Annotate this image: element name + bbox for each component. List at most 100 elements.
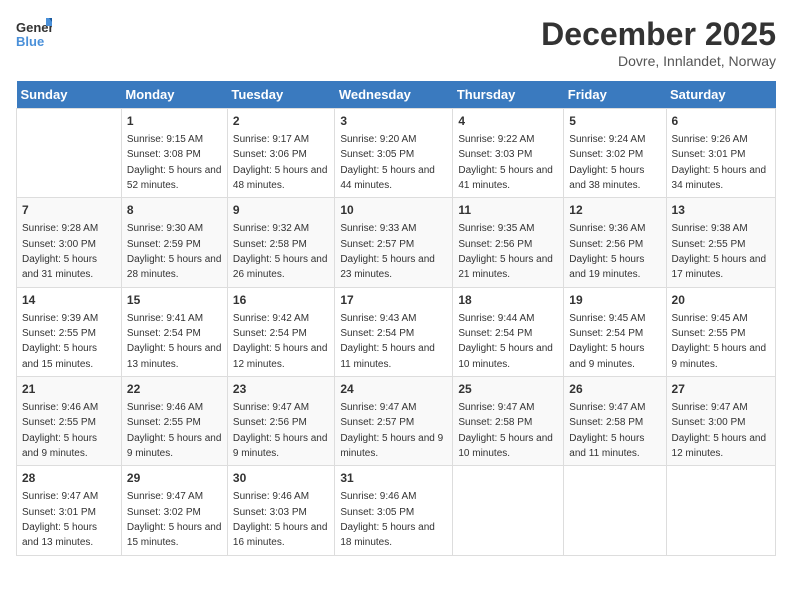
day-daylight: Daylight: 5 hours and 12 minutes. bbox=[233, 343, 328, 369]
day-sunset: Sunset: 2:57 PM bbox=[340, 417, 414, 428]
day-number: 19 bbox=[569, 292, 660, 309]
day-sunrise: Sunrise: 9:32 AM bbox=[233, 223, 309, 234]
day-sunrise: Sunrise: 9:46 AM bbox=[340, 491, 416, 502]
day-number: 14 bbox=[22, 292, 116, 309]
calendar-cell: 5 Sunrise: 9:24 AM Sunset: 3:02 PM Dayli… bbox=[564, 109, 666, 198]
day-daylight: Daylight: 5 hours and 31 minutes. bbox=[22, 254, 97, 280]
day-sunrise: Sunrise: 9:17 AM bbox=[233, 134, 309, 145]
day-sunrise: Sunrise: 9:26 AM bbox=[672, 134, 748, 145]
calendar-cell: 19 Sunrise: 9:45 AM Sunset: 2:54 PM Dayl… bbox=[564, 287, 666, 376]
day-number: 26 bbox=[569, 381, 660, 398]
day-sunrise: Sunrise: 9:38 AM bbox=[672, 223, 748, 234]
day-sunrise: Sunrise: 9:15 AM bbox=[127, 134, 203, 145]
day-sunset: Sunset: 2:54 PM bbox=[127, 328, 201, 339]
day-daylight: Daylight: 5 hours and 9 minutes. bbox=[233, 433, 328, 459]
calendar-table: Sunday Monday Tuesday Wednesday Thursday… bbox=[16, 81, 776, 556]
day-daylight: Daylight: 5 hours and 12 minutes. bbox=[672, 433, 767, 459]
day-daylight: Daylight: 5 hours and 21 minutes. bbox=[458, 254, 553, 280]
day-sunset: Sunset: 2:58 PM bbox=[458, 417, 532, 428]
day-daylight: Daylight: 5 hours and 28 minutes. bbox=[127, 254, 222, 280]
day-number: 30 bbox=[233, 470, 329, 487]
calendar-cell: 20 Sunrise: 9:45 AM Sunset: 2:55 PM Dayl… bbox=[666, 287, 775, 376]
calendar-cell: 14 Sunrise: 9:39 AM Sunset: 2:55 PM Dayl… bbox=[17, 287, 122, 376]
calendar-cell: 9 Sunrise: 9:32 AM Sunset: 2:58 PM Dayli… bbox=[227, 198, 334, 287]
calendar-cell: 11 Sunrise: 9:35 AM Sunset: 2:56 PM Dayl… bbox=[453, 198, 564, 287]
day-daylight: Daylight: 5 hours and 11 minutes. bbox=[340, 343, 435, 369]
calendar-cell: 25 Sunrise: 9:47 AM Sunset: 2:58 PM Dayl… bbox=[453, 377, 564, 466]
day-number: 12 bbox=[569, 202, 660, 219]
day-daylight: Daylight: 5 hours and 9 minutes. bbox=[127, 433, 222, 459]
header-sunday: Sunday bbox=[17, 81, 122, 109]
day-number: 28 bbox=[22, 470, 116, 487]
day-daylight: Daylight: 5 hours and 13 minutes. bbox=[22, 522, 97, 548]
calendar-cell: 10 Sunrise: 9:33 AM Sunset: 2:57 PM Dayl… bbox=[335, 198, 453, 287]
calendar-cell: 22 Sunrise: 9:46 AM Sunset: 2:55 PM Dayl… bbox=[121, 377, 227, 466]
day-sunset: Sunset: 3:01 PM bbox=[22, 507, 96, 518]
logo: General Blue bbox=[16, 16, 52, 52]
day-number: 29 bbox=[127, 470, 222, 487]
day-sunset: Sunset: 3:08 PM bbox=[127, 149, 201, 160]
day-daylight: Daylight: 5 hours and 9 minutes. bbox=[22, 433, 97, 459]
day-number: 31 bbox=[340, 470, 447, 487]
day-sunset: Sunset: 3:00 PM bbox=[672, 417, 746, 428]
day-daylight: Daylight: 5 hours and 18 minutes. bbox=[340, 522, 435, 548]
day-sunset: Sunset: 2:54 PM bbox=[458, 328, 532, 339]
day-sunrise: Sunrise: 9:39 AM bbox=[22, 313, 98, 324]
day-daylight: Daylight: 5 hours and 17 minutes. bbox=[672, 254, 767, 280]
calendar-subtitle: Dovre, Innlandet, Norway bbox=[541, 53, 776, 69]
calendar-cell: 24 Sunrise: 9:47 AM Sunset: 2:57 PM Dayl… bbox=[335, 377, 453, 466]
day-daylight: Daylight: 5 hours and 10 minutes. bbox=[458, 433, 553, 459]
calendar-cell: 29 Sunrise: 9:47 AM Sunset: 3:02 PM Dayl… bbox=[121, 466, 227, 555]
day-sunset: Sunset: 2:56 PM bbox=[233, 417, 307, 428]
day-number: 23 bbox=[233, 381, 329, 398]
day-daylight: Daylight: 5 hours and 38 minutes. bbox=[569, 165, 644, 191]
day-daylight: Daylight: 5 hours and 10 minutes. bbox=[458, 343, 553, 369]
calendar-cell bbox=[666, 466, 775, 555]
calendar-week-row: 7 Sunrise: 9:28 AM Sunset: 3:00 PM Dayli… bbox=[17, 198, 776, 287]
calendar-cell: 4 Sunrise: 9:22 AM Sunset: 3:03 PM Dayli… bbox=[453, 109, 564, 198]
calendar-cell: 12 Sunrise: 9:36 AM Sunset: 2:56 PM Dayl… bbox=[564, 198, 666, 287]
header-tuesday: Tuesday bbox=[227, 81, 334, 109]
day-sunset: Sunset: 2:57 PM bbox=[340, 239, 414, 250]
day-sunset: Sunset: 2:55 PM bbox=[22, 417, 96, 428]
calendar-cell: 3 Sunrise: 9:20 AM Sunset: 3:05 PM Dayli… bbox=[335, 109, 453, 198]
calendar-week-row: 14 Sunrise: 9:39 AM Sunset: 2:55 PM Dayl… bbox=[17, 287, 776, 376]
day-daylight: Daylight: 5 hours and 44 minutes. bbox=[340, 165, 435, 191]
calendar-cell bbox=[453, 466, 564, 555]
day-number: 20 bbox=[672, 292, 770, 309]
day-number: 21 bbox=[22, 381, 116, 398]
day-sunset: Sunset: 2:55 PM bbox=[22, 328, 96, 339]
calendar-cell: 15 Sunrise: 9:41 AM Sunset: 2:54 PM Dayl… bbox=[121, 287, 227, 376]
day-sunrise: Sunrise: 9:30 AM bbox=[127, 223, 203, 234]
day-sunset: Sunset: 3:03 PM bbox=[233, 507, 307, 518]
calendar-cell: 26 Sunrise: 9:47 AM Sunset: 2:58 PM Dayl… bbox=[564, 377, 666, 466]
day-daylight: Daylight: 5 hours and 15 minutes. bbox=[22, 343, 97, 369]
day-sunrise: Sunrise: 9:43 AM bbox=[340, 313, 416, 324]
day-daylight: Daylight: 5 hours and 48 minutes. bbox=[233, 165, 328, 191]
day-number: 17 bbox=[340, 292, 447, 309]
day-sunrise: Sunrise: 9:42 AM bbox=[233, 313, 309, 324]
header-friday: Friday bbox=[564, 81, 666, 109]
day-number: 25 bbox=[458, 381, 558, 398]
calendar-cell bbox=[564, 466, 666, 555]
day-sunrise: Sunrise: 9:35 AM bbox=[458, 223, 534, 234]
calendar-cell: 6 Sunrise: 9:26 AM Sunset: 3:01 PM Dayli… bbox=[666, 109, 775, 198]
day-number: 13 bbox=[672, 202, 770, 219]
calendar-week-row: 1 Sunrise: 9:15 AM Sunset: 3:08 PM Dayli… bbox=[17, 109, 776, 198]
day-daylight: Daylight: 5 hours and 13 minutes. bbox=[127, 343, 222, 369]
day-sunrise: Sunrise: 9:22 AM bbox=[458, 134, 534, 145]
day-daylight: Daylight: 5 hours and 11 minutes. bbox=[569, 433, 644, 459]
day-number: 4 bbox=[458, 113, 558, 130]
header-saturday: Saturday bbox=[666, 81, 775, 109]
day-daylight: Daylight: 5 hours and 19 minutes. bbox=[569, 254, 644, 280]
title-area: December 2025 Dovre, Innlandet, Norway bbox=[541, 16, 776, 69]
calendar-cell bbox=[17, 109, 122, 198]
calendar-cell: 16 Sunrise: 9:42 AM Sunset: 2:54 PM Dayl… bbox=[227, 287, 334, 376]
day-sunrise: Sunrise: 9:47 AM bbox=[569, 402, 645, 413]
day-number: 11 bbox=[458, 202, 558, 219]
day-sunrise: Sunrise: 9:46 AM bbox=[127, 402, 203, 413]
calendar-cell: 8 Sunrise: 9:30 AM Sunset: 2:59 PM Dayli… bbox=[121, 198, 227, 287]
day-number: 24 bbox=[340, 381, 447, 398]
day-sunrise: Sunrise: 9:41 AM bbox=[127, 313, 203, 324]
day-daylight: Daylight: 5 hours and 9 minutes. bbox=[340, 433, 443, 459]
